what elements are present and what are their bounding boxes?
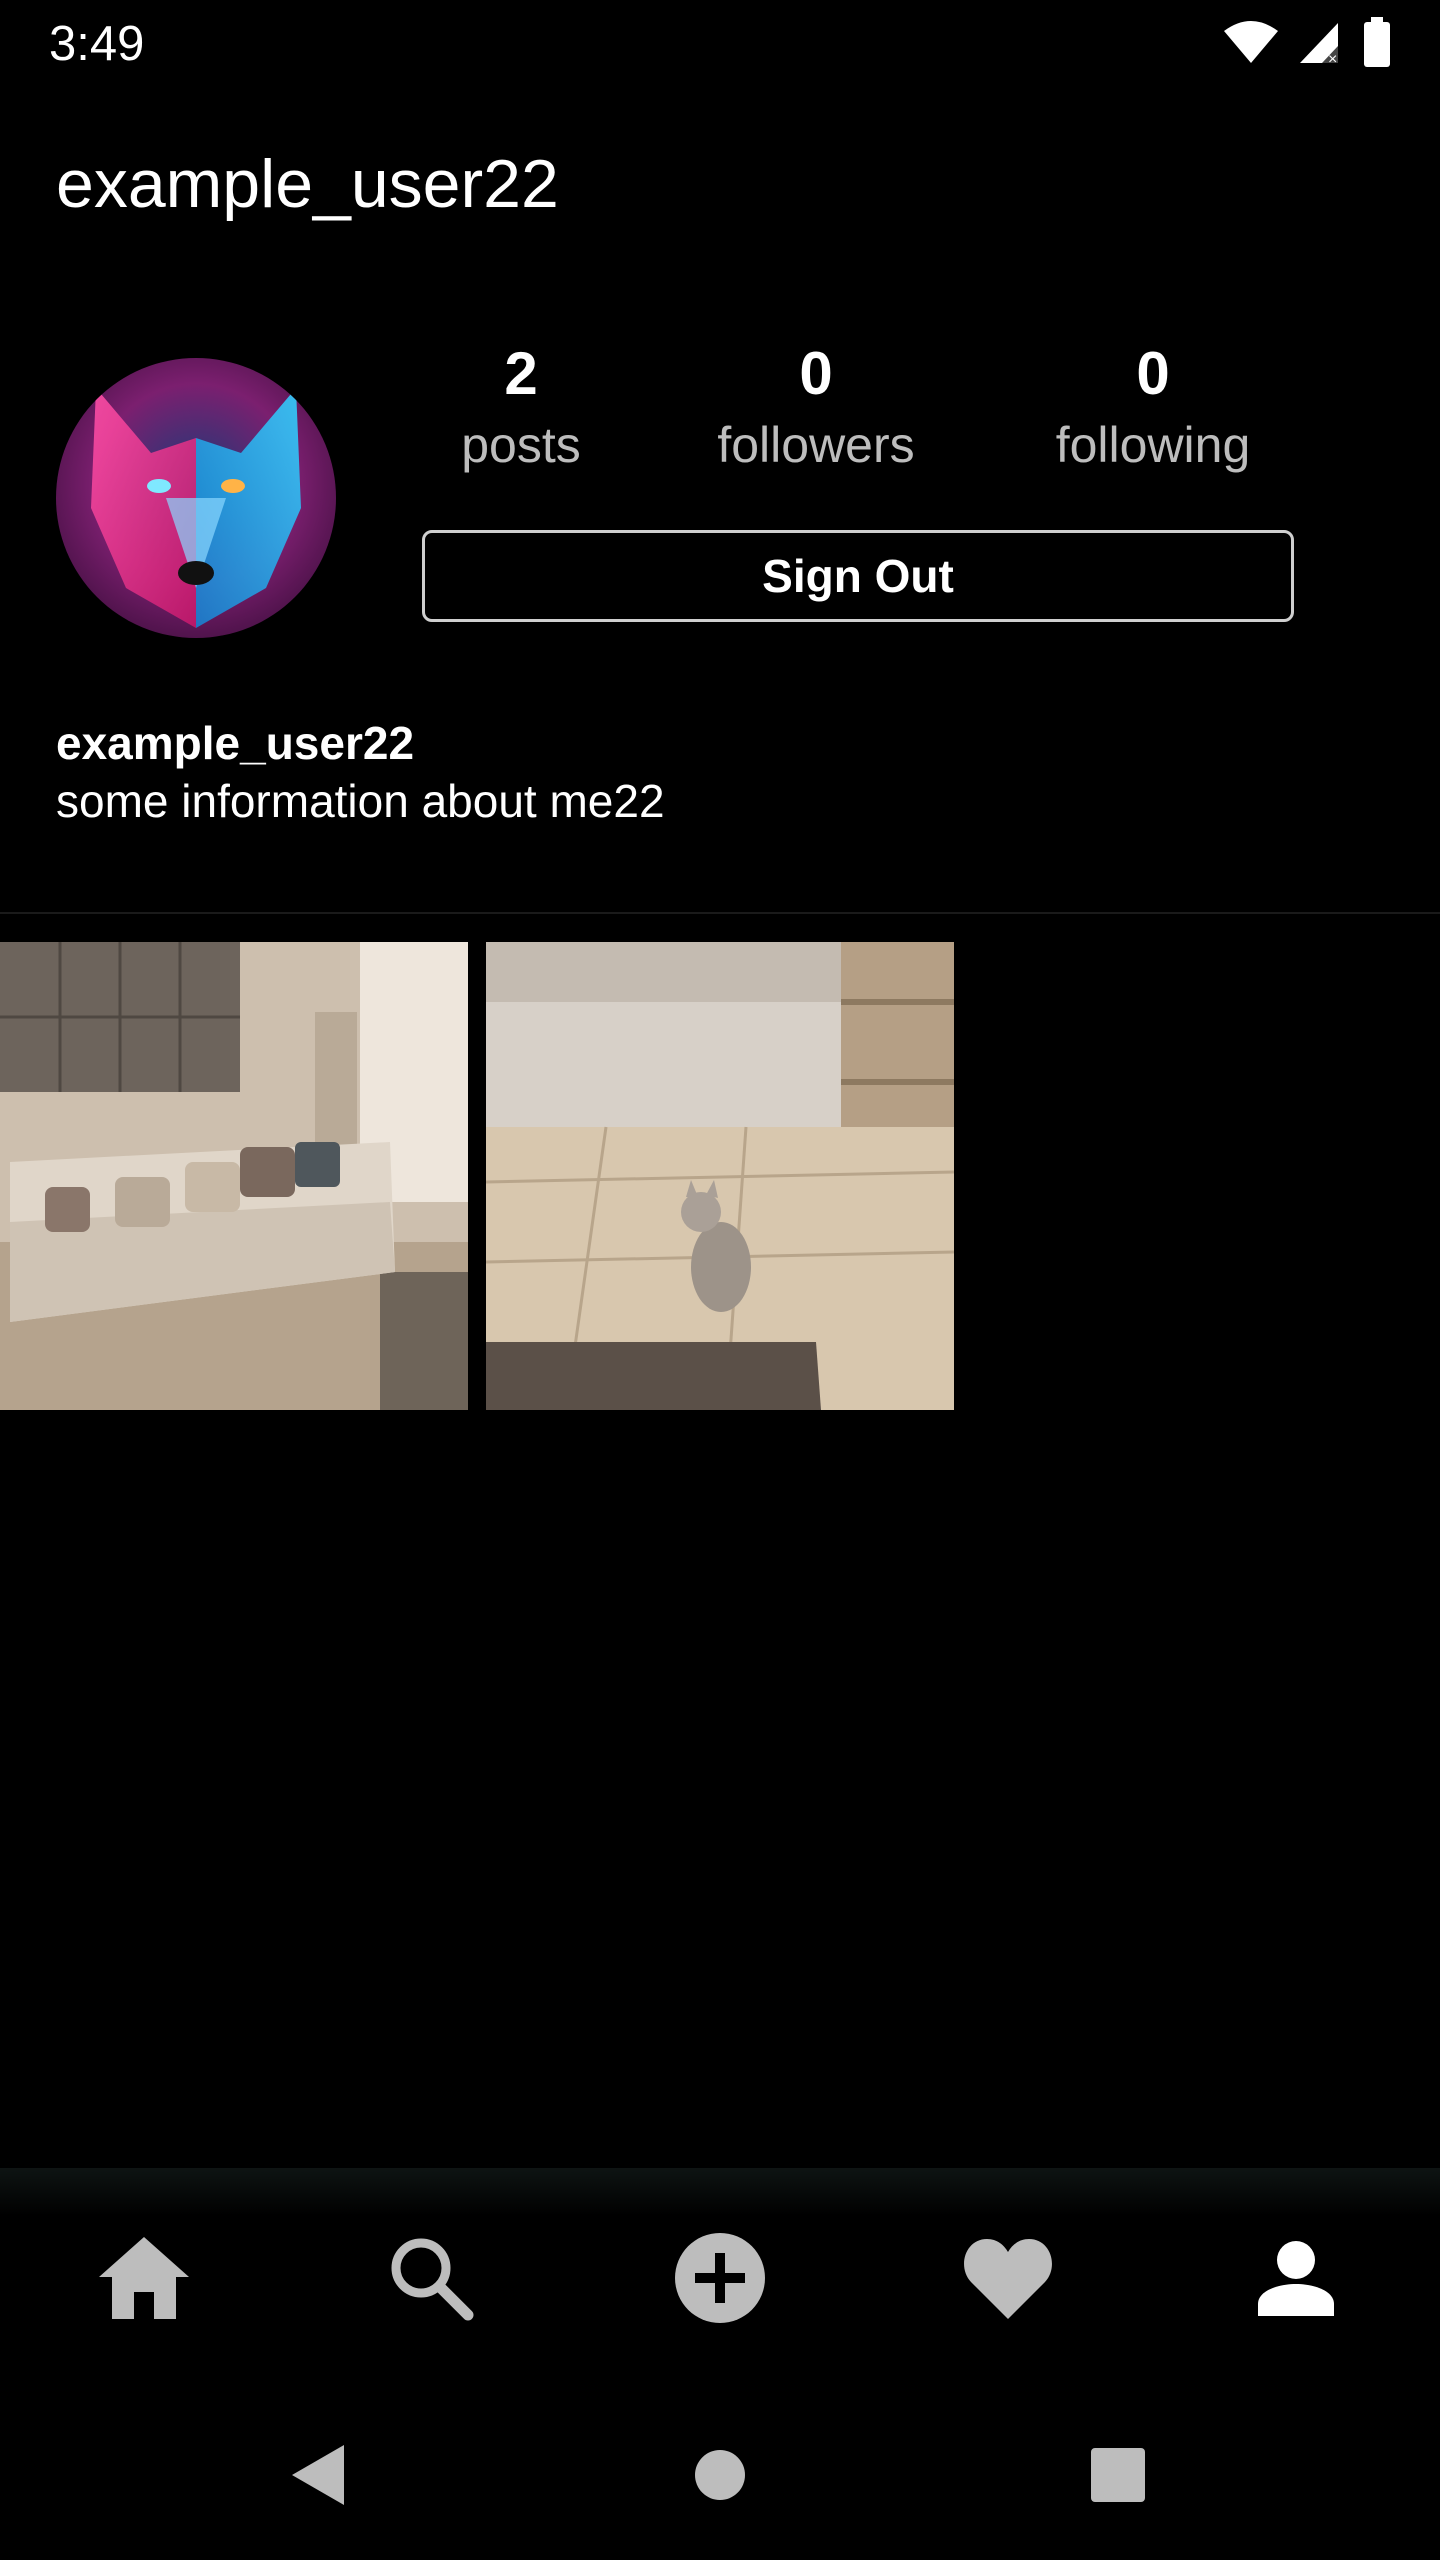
status-icons: × — [1222, 14, 1392, 70]
home-circle-icon — [695, 2450, 745, 2500]
wolf-avatar-image — [56, 358, 336, 638]
system-back-button[interactable] — [263, 2430, 373, 2520]
avatar[interactable] — [56, 358, 336, 638]
post-thumbnail-1[interactable] — [0, 942, 468, 1410]
nav-activity-button[interactable] — [943, 2218, 1073, 2338]
stat-following[interactable]: 0 following — [1023, 336, 1283, 478]
bio-username: example_user22 — [56, 717, 415, 769]
recents-icon — [1091, 2448, 1145, 2502]
search-icon — [391, 2238, 474, 2321]
system-recents-button[interactable] — [1063, 2430, 1173, 2520]
add-post-icon — [675, 2233, 765, 2323]
nav-home-button[interactable] — [79, 2218, 209, 2338]
nav-add-post-button[interactable] — [655, 2218, 785, 2338]
back-icon — [292, 2445, 344, 2505]
sign-out-button[interactable]: Sign Out — [422, 530, 1294, 622]
system-home-button[interactable] — [665, 2430, 775, 2520]
post-thumbnail-2[interactable] — [486, 942, 954, 1410]
stat-following-label: following — [1055, 417, 1251, 473]
stat-posts-label: posts — [461, 417, 581, 473]
home-icon — [99, 2237, 189, 2319]
svg-text:×: × — [1328, 51, 1337, 65]
living-room-sofa-photo — [0, 942, 468, 1410]
stat-followers[interactable]: 0 followers — [686, 336, 946, 478]
cat-in-room-photo — [486, 942, 954, 1410]
stat-followers-label: followers — [717, 417, 915, 473]
stat-posts[interactable]: 2 posts — [391, 336, 651, 478]
bio-text: some information about me22 — [56, 775, 665, 827]
profile-username-header: example_user22 — [56, 146, 559, 222]
stat-following-value: 0 — [1136, 340, 1170, 407]
profile-icon — [1258, 2241, 1334, 2316]
nav-search-button[interactable] — [366, 2218, 496, 2338]
battery-icon — [1364, 17, 1390, 67]
stat-posts-value: 2 — [504, 340, 538, 407]
stat-followers-value: 0 — [799, 340, 833, 407]
status-time: 3:49 — [49, 17, 145, 71]
divider — [0, 912, 1440, 914]
wifi-icon — [1224, 21, 1278, 63]
cell-signal-icon: × — [1300, 23, 1338, 65]
heart-icon — [964, 2239, 1052, 2319]
nav-profile-button[interactable] — [1231, 2218, 1361, 2338]
